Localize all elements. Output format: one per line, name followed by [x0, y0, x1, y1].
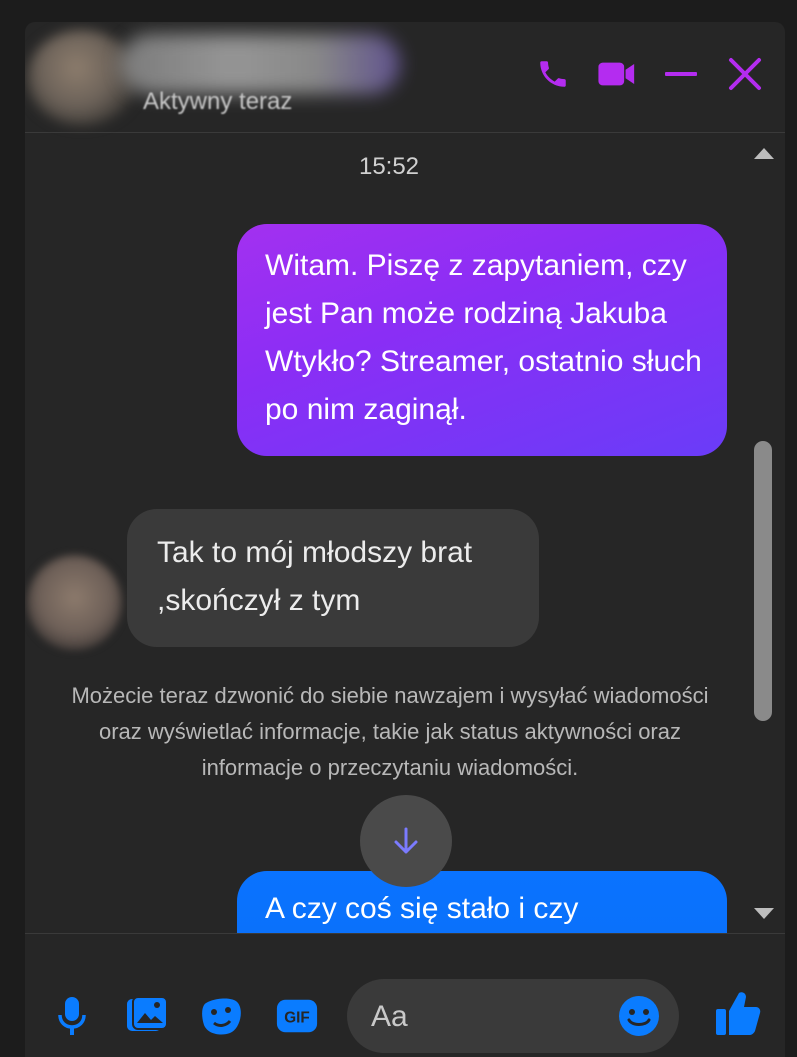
image-icon[interactable]	[125, 994, 169, 1038]
gif-icon[interactable]: GIF	[275, 994, 319, 1038]
header-actions	[533, 54, 765, 94]
scroll-down-arrow-icon[interactable]	[753, 906, 775, 922]
scroll-to-bottom-button[interactable]	[360, 795, 452, 887]
message-input[interactable]	[369, 997, 613, 1037]
outgoing-message[interactable]: A czy coś się stało i czy	[237, 871, 727, 933]
timestamp: 15:52	[358, 153, 420, 180]
phone-icon[interactable]	[533, 54, 573, 94]
active-status: Aktywny teraz	[143, 88, 293, 115]
sticker-icon[interactable]	[200, 994, 244, 1038]
svg-text:GIF: GIF	[284, 1010, 310, 1027]
close-icon[interactable]	[725, 54, 765, 94]
chat-window: Aktywny teraz 15:52 Witam. Piszę z zapyt…	[25, 22, 785, 1057]
incoming-message[interactable]: Tak to mój młodszy brat ,skończył z tym	[127, 509, 539, 647]
emoji-icon[interactable]	[617, 994, 661, 1038]
outgoing-message[interactable]: Witam. Piszę z zapytaniem, czy jest Pan …	[237, 224, 727, 456]
scroll-thumb[interactable]	[754, 441, 772, 721]
scrollbar[interactable]	[749, 133, 779, 933]
message-list[interactable]: 15:52 Witam. Piszę z zapytaniem, czy jes…	[25, 133, 785, 933]
minimize-icon[interactable]	[661, 54, 701, 94]
scroll-up-arrow-icon[interactable]	[753, 145, 775, 161]
connection-notice: Możecie teraz dzwonić do siebie nawzajem…	[71, 683, 709, 780]
microphone-icon[interactable]	[50, 994, 94, 1038]
thumbs-up-icon[interactable]	[713, 988, 763, 1038]
contact-name[interactable]	[120, 34, 400, 94]
composer: GIF	[25, 933, 785, 1057]
contact-avatar[interactable]	[27, 30, 137, 125]
contact-avatar-small[interactable]	[27, 555, 122, 650]
message-input-box[interactable]	[347, 979, 679, 1053]
arrow-down-icon	[394, 827, 418, 854]
video-call-icon[interactable]	[597, 54, 637, 94]
chat-header: Aktywny teraz	[25, 22, 785, 133]
